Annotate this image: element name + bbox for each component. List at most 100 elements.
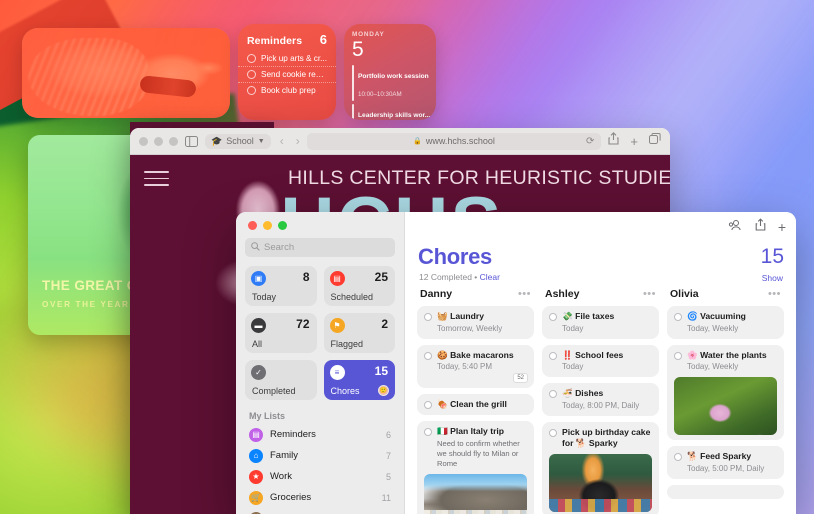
task-checkbox[interactable] (549, 429, 557, 438)
calendar-widget[interactable]: MONDAY 5 Portfolio work session 10:00–10… (344, 24, 436, 120)
column-olivia: Olivia ••• 🌀 Vacuuming Today, Weekly 🌸 W… (663, 286, 788, 514)
sidebar-item-reminders[interactable]: ▤ Reminders 6 (245, 424, 395, 445)
hamburger-menu-icon[interactable] (144, 171, 169, 186)
address-bar[interactable]: 🔒 www.hchs.school ⟳ (306, 132, 602, 150)
photos-widget[interactable] (22, 28, 230, 118)
task-item[interactable]: 🌀 Vacuuming Today, Weekly (667, 306, 784, 339)
minimize-button[interactable] (154, 136, 163, 146)
task-title: 🍪 Bake macarons (437, 350, 514, 361)
task-text: Laundry (450, 311, 484, 321)
list-count: 7 (385, 450, 391, 461)
task-item[interactable]: ‼️ School fees Today (542, 344, 659, 378)
reminders-widget-item[interactable]: Send cookie reci... (238, 66, 336, 82)
add-person-icon[interactable] (728, 218, 743, 236)
calendar-event[interactable]: Portfolio work session 10:00–10:30AM (344, 63, 436, 102)
task-attachment-image[interactable] (424, 473, 527, 514)
column-header: Olivia ••• (667, 286, 784, 306)
task-checkbox[interactable] (674, 351, 682, 360)
column-menu-button[interactable]: ••• (768, 288, 781, 300)
event-color-bar (352, 64, 354, 101)
show-completed-button[interactable]: Show (762, 273, 783, 283)
list-count: 11 (381, 492, 391, 503)
task-item[interactable]: Pick up birthday cake for 🐕 Sparky (542, 422, 659, 514)
tab-overview-icon[interactable] (649, 132, 661, 150)
search-input[interactable]: Search (245, 238, 395, 257)
new-tab-icon[interactable]: + (630, 134, 638, 149)
task-checkbox[interactable] (549, 390, 557, 399)
window-traffic-lights[interactable] (139, 136, 178, 146)
task-checkbox[interactable] (549, 313, 557, 321)
calendar-event[interactable]: Leadership skills wor... 11AM–12PM (344, 102, 436, 120)
profile-switcher[interactable]: 🎓 School ▼ (205, 133, 271, 149)
event-color-bar (352, 103, 354, 120)
task-text: School fees (575, 349, 624, 360)
reminders-widget[interactable]: Reminders 6 Pick up arts & cr... Send co… (238, 24, 336, 120)
task-item[interactable]: 🍖 Clean the grill (417, 394, 534, 416)
checkbox-circle-icon[interactable] (247, 86, 256, 95)
smart-list-label: Flagged (330, 339, 364, 349)
task-item[interactable]: 💸 File taxes Today (542, 306, 659, 339)
column-menu-button[interactable]: ••• (518, 288, 531, 300)
task-title: 🇮🇹 Plan Italy trip (437, 426, 504, 437)
minimize-button[interactable] (263, 221, 272, 230)
task-item[interactable]: 🧺 Laundry Tomorrow, Weekly (417, 306, 534, 339)
column-menu-button[interactable]: ••• (643, 288, 656, 300)
sidebar-item-groceries[interactable]: 🛒 Groceries 11 (245, 487, 395, 508)
task-checkbox[interactable] (424, 351, 432, 360)
back-button[interactable]: ‹ (280, 134, 284, 148)
zoom-button[interactable] (278, 221, 287, 230)
smart-list-chores[interactable]: ≡ 15 Chores 🙂 (323, 360, 395, 400)
task-text: Dishes (575, 388, 604, 399)
task-title: Pick up birthday cake for 🐕 Sparky (562, 427, 651, 448)
task-subtitle: Today, 8:00 PM, Daily (562, 401, 640, 411)
smart-list-flagged[interactable]: ⚑ 2 Flagged (323, 313, 395, 353)
smart-list-all[interactable]: ▬ 72 All (245, 313, 317, 353)
task-attachment-image[interactable] (549, 453, 652, 512)
smart-list-today[interactable]: ▣ 8 Today (245, 266, 317, 306)
task-item[interactable] (667, 485, 784, 500)
smart-list-completed[interactable]: ✓ Completed (245, 360, 317, 400)
clear-button[interactable]: Clear (480, 272, 500, 282)
list-icon: ▤ (249, 427, 263, 442)
window-traffic-lights[interactable] (245, 212, 395, 238)
task-item[interactable]: 🍜 Dishes Today, 8:00 PM, Daily (542, 383, 659, 417)
task-checkbox[interactable] (674, 453, 682, 462)
task-checkbox[interactable] (424, 428, 432, 437)
reload-icon[interactable]: ⟳ (586, 136, 594, 147)
close-button[interactable] (248, 221, 257, 230)
sidebar-item-camping-trip[interactable]: ▲ Camping Trip 4 (245, 508, 395, 514)
close-button[interactable] (139, 136, 148, 146)
reminders-window[interactable]: Search ▣ 8 Today ▤ 25 Scheduled ▬ 72 All (236, 212, 796, 514)
task-subtitle: Today, Weekly (687, 362, 739, 372)
task-checkbox[interactable] (424, 313, 432, 321)
smart-list-scheduled[interactable]: ▤ 25 Scheduled (323, 266, 395, 306)
sidebar-icon[interactable] (185, 135, 198, 147)
reminders-widget-item[interactable]: Book club prep (238, 82, 336, 98)
task-item[interactable]: 🐕 Feed Sparky Today, 5:00 PM, Daily (667, 446, 784, 480)
reminders-widget-count: 6 (319, 32, 327, 47)
share-icon[interactable] (755, 218, 766, 236)
tray-icon: ▬ (251, 318, 266, 333)
column-danny: Danny ••• 🧺 Laundry Tomorrow, Weekly 🍪 B… (413, 286, 538, 514)
task-item[interactable]: 🌸 Water the plants Today, Weekly (667, 344, 784, 441)
checkbox-circle-icon[interactable] (247, 54, 256, 63)
zoom-button[interactable] (169, 136, 178, 146)
task-checkbox[interactable] (549, 351, 557, 360)
sidebar-item-family[interactable]: ⌂ Family 7 (245, 445, 395, 466)
forward-button[interactable]: › (296, 134, 300, 148)
task-attachment-image[interactable] (674, 377, 777, 436)
reminders-widget-item[interactable]: Pick up arts & cr... (238, 51, 336, 66)
task-checkbox[interactable] (424, 401, 432, 410)
share-icon[interactable] (608, 132, 619, 150)
checkbox-circle-icon[interactable] (247, 70, 256, 79)
task-item[interactable]: 🇮🇹 Plan Italy trip Need to confirm wheth… (417, 421, 534, 514)
reminders-widget-item-label: Send cookie reci... (261, 70, 327, 79)
task-item[interactable]: 🍪 Bake macarons Today, 5:40 PM 52 (417, 344, 534, 389)
task-title: 💸 File taxes (562, 311, 614, 322)
smart-list-count: 2 (381, 317, 388, 331)
task-checkbox[interactable] (674, 313, 682, 321)
task-subtitle: Today, 5:40 PM (437, 362, 492, 372)
sparky-photo (549, 453, 652, 512)
plus-icon[interactable]: + (778, 220, 786, 234)
sidebar-item-work[interactable]: ★ Work 5 (245, 466, 395, 487)
